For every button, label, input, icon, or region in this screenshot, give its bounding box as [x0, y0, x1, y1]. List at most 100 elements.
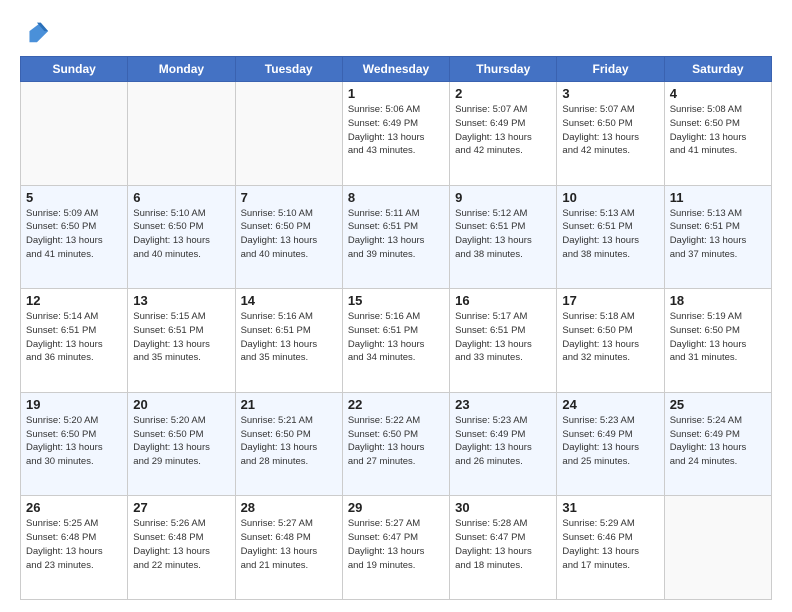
calendar-cell: 16 Sunrise: 5:17 AM Sunset: 6:51 PM Dayli…: [450, 289, 557, 393]
day-info: Sunrise: 5:20 AM Sunset: 6:50 PM Dayligh…: [26, 414, 122, 469]
day-number: 16: [455, 293, 551, 308]
day-number: 5: [26, 190, 122, 205]
day-number: 22: [348, 397, 444, 412]
day-info: Sunrise: 5:27 AM Sunset: 6:48 PM Dayligh…: [241, 517, 337, 572]
day-number: 21: [241, 397, 337, 412]
day-number: 19: [26, 397, 122, 412]
day-info: Sunrise: 5:09 AM Sunset: 6:50 PM Dayligh…: [26, 207, 122, 262]
calendar-cell: 17Sunrise: 5:18 AM Sunset: 6:50 PM Dayli…: [557, 289, 664, 393]
day-info: Sunrise: 5:16 AM Sunset: 6:51 PM Dayligh…: [348, 310, 444, 365]
calendar-cell: 8 Sunrise: 5:11 AM Sunset: 6:51 PM Daylig…: [342, 185, 449, 289]
day-info: Sunrise: 5:27 AM Sunset: 6:47 PM Dayligh…: [348, 517, 444, 572]
calendar-cell: [128, 82, 235, 186]
day-info: Sunrise: 5:25 AM Sunset: 6:48 PM Dayligh…: [26, 517, 122, 572]
calendar-cell: 23 Sunrise: 5:23 AM Sunset: 6:49 PM Dayli…: [450, 392, 557, 496]
calendar-cell: 14 Sunrise: 5:16 AM Sunset: 6:51 PM Dayli…: [235, 289, 342, 393]
calendar-table: SundayMondayTuesdayWednesdayThursdayFrid…: [20, 56, 772, 600]
calendar-cell: 7Sunrise: 5:10 AM Sunset: 6:50 PM Daylig…: [235, 185, 342, 289]
calendar-cell: 28 Sunrise: 5:27 AM Sunset: 6:48 PM Dayli…: [235, 496, 342, 600]
day-number: 4: [670, 86, 766, 101]
calendar-cell: 1 Sunrise: 5:06 AM Sunset: 6:49 PM Daylig…: [342, 82, 449, 186]
weekday-header: Thursday: [450, 57, 557, 82]
day-info: Sunrise: 5:20 AM Sunset: 6:50 PM Dayligh…: [133, 414, 229, 469]
calendar-cell: 21 Sunrise: 5:21 AM Sunset: 6:50 PM Dayli…: [235, 392, 342, 496]
day-info: Sunrise: 5:08 AM Sunset: 6:50 PM Dayligh…: [670, 103, 766, 158]
day-number: 1: [348, 86, 444, 101]
calendar-cell: 24 Sunrise: 5:23 AM Sunset: 6:49 PM Dayli…: [557, 392, 664, 496]
day-number: 6: [133, 190, 229, 205]
day-number: 13: [133, 293, 229, 308]
calendar-cell: 11 Sunrise: 5:13 AM Sunset: 6:51 PM Dayli…: [664, 185, 771, 289]
day-number: 10: [562, 190, 658, 205]
day-info: Sunrise: 5:22 AM Sunset: 6:50 PM Dayligh…: [348, 414, 444, 469]
day-number: 29: [348, 500, 444, 515]
day-number: 8: [348, 190, 444, 205]
day-info: Sunrise: 5:13 AM Sunset: 6:51 PM Dayligh…: [670, 207, 766, 262]
calendar-cell: [664, 496, 771, 600]
day-info: Sunrise: 5:29 AM Sunset: 6:46 PM Dayligh…: [562, 517, 658, 572]
calendar-cell: 10 Sunrise: 5:13 AM Sunset: 6:51 PM Dayli…: [557, 185, 664, 289]
day-number: 18: [670, 293, 766, 308]
day-number: 27: [133, 500, 229, 515]
day-info: Sunrise: 5:16 AM Sunset: 6:51 PM Dayligh…: [241, 310, 337, 365]
day-info: Sunrise: 5:23 AM Sunset: 6:49 PM Dayligh…: [562, 414, 658, 469]
day-info: Sunrise: 5:13 AM Sunset: 6:51 PM Dayligh…: [562, 207, 658, 262]
calendar-cell: 13 Sunrise: 5:15 AM Sunset: 6:51 PM Dayli…: [128, 289, 235, 393]
day-info: Sunrise: 5:18 AM Sunset: 6:50 PM Dayligh…: [562, 310, 658, 365]
day-number: 26: [26, 500, 122, 515]
day-info: Sunrise: 5:17 AM Sunset: 6:51 PM Dayligh…: [455, 310, 551, 365]
day-info: Sunrise: 5:11 AM Sunset: 6:51 PM Dayligh…: [348, 207, 444, 262]
day-number: 20: [133, 397, 229, 412]
calendar-cell: 6Sunrise: 5:10 AM Sunset: 6:50 PM Daylig…: [128, 185, 235, 289]
calendar-cell: [235, 82, 342, 186]
day-info: Sunrise: 5:24 AM Sunset: 6:49 PM Dayligh…: [670, 414, 766, 469]
calendar-cell: 20 Sunrise: 5:20 AM Sunset: 6:50 PM Dayli…: [128, 392, 235, 496]
calendar-cell: 15 Sunrise: 5:16 AM Sunset: 6:51 PM Dayli…: [342, 289, 449, 393]
day-number: 11: [670, 190, 766, 205]
weekday-header: Friday: [557, 57, 664, 82]
weekday-header: Wednesday: [342, 57, 449, 82]
calendar-cell: 9 Sunrise: 5:12 AM Sunset: 6:51 PM Daylig…: [450, 185, 557, 289]
calendar-cell: 22 Sunrise: 5:22 AM Sunset: 6:50 PM Dayli…: [342, 392, 449, 496]
day-number: 28: [241, 500, 337, 515]
day-number: 24: [562, 397, 658, 412]
day-number: 9: [455, 190, 551, 205]
day-info: Sunrise: 5:28 AM Sunset: 6:47 PM Dayligh…: [455, 517, 551, 572]
calendar-cell: 29 Sunrise: 5:27 AM Sunset: 6:47 PM Dayli…: [342, 496, 449, 600]
day-info: Sunrise: 5:12 AM Sunset: 6:51 PM Dayligh…: [455, 207, 551, 262]
calendar-cell: 3Sunrise: 5:07 AM Sunset: 6:50 PM Daylig…: [557, 82, 664, 186]
calendar-cell: [21, 82, 128, 186]
day-number: 15: [348, 293, 444, 308]
calendar-cell: 12Sunrise: 5:14 AM Sunset: 6:51 PM Dayli…: [21, 289, 128, 393]
day-number: 25: [670, 397, 766, 412]
calendar-cell: 2 Sunrise: 5:07 AM Sunset: 6:49 PM Daylig…: [450, 82, 557, 186]
calendar-cell: 25 Sunrise: 5:24 AM Sunset: 6:49 PM Dayli…: [664, 392, 771, 496]
day-info: Sunrise: 5:21 AM Sunset: 6:50 PM Dayligh…: [241, 414, 337, 469]
day-number: 14: [241, 293, 337, 308]
weekday-header: Monday: [128, 57, 235, 82]
day-info: Sunrise: 5:23 AM Sunset: 6:49 PM Dayligh…: [455, 414, 551, 469]
page-header: [20, 18, 772, 46]
day-info: Sunrise: 5:15 AM Sunset: 6:51 PM Dayligh…: [133, 310, 229, 365]
day-info: Sunrise: 5:07 AM Sunset: 6:49 PM Dayligh…: [455, 103, 551, 158]
day-info: Sunrise: 5:06 AM Sunset: 6:49 PM Dayligh…: [348, 103, 444, 158]
day-number: 2: [455, 86, 551, 101]
calendar-cell: 31 Sunrise: 5:29 AM Sunset: 6:46 PM Dayli…: [557, 496, 664, 600]
calendar-cell: 4 Sunrise: 5:08 AM Sunset: 6:50 PM Daylig…: [664, 82, 771, 186]
day-info: Sunrise: 5:26 AM Sunset: 6:48 PM Dayligh…: [133, 517, 229, 572]
calendar-cell: 27 Sunrise: 5:26 AM Sunset: 6:48 PM Dayli…: [128, 496, 235, 600]
weekday-header: Sunday: [21, 57, 128, 82]
weekday-header: Saturday: [664, 57, 771, 82]
calendar-cell: 26 Sunrise: 5:25 AM Sunset: 6:48 PM Dayli…: [21, 496, 128, 600]
day-number: 23: [455, 397, 551, 412]
calendar-cell: 5 Sunrise: 5:09 AM Sunset: 6:50 PM Daylig…: [21, 185, 128, 289]
day-info: Sunrise: 5:10 AM Sunset: 6:50 PM Dayligh…: [241, 207, 337, 262]
day-number: 30: [455, 500, 551, 515]
day-info: Sunrise: 5:07 AM Sunset: 6:50 PM Dayligh…: [562, 103, 658, 158]
calendar-cell: 19 Sunrise: 5:20 AM Sunset: 6:50 PM Dayli…: [21, 392, 128, 496]
day-number: 31: [562, 500, 658, 515]
calendar-cell: 30 Sunrise: 5:28 AM Sunset: 6:47 PM Dayli…: [450, 496, 557, 600]
weekday-header: Tuesday: [235, 57, 342, 82]
day-info: Sunrise: 5:19 AM Sunset: 6:50 PM Dayligh…: [670, 310, 766, 365]
calendar-cell: 18 Sunrise: 5:19 AM Sunset: 6:50 PM Dayli…: [664, 289, 771, 393]
